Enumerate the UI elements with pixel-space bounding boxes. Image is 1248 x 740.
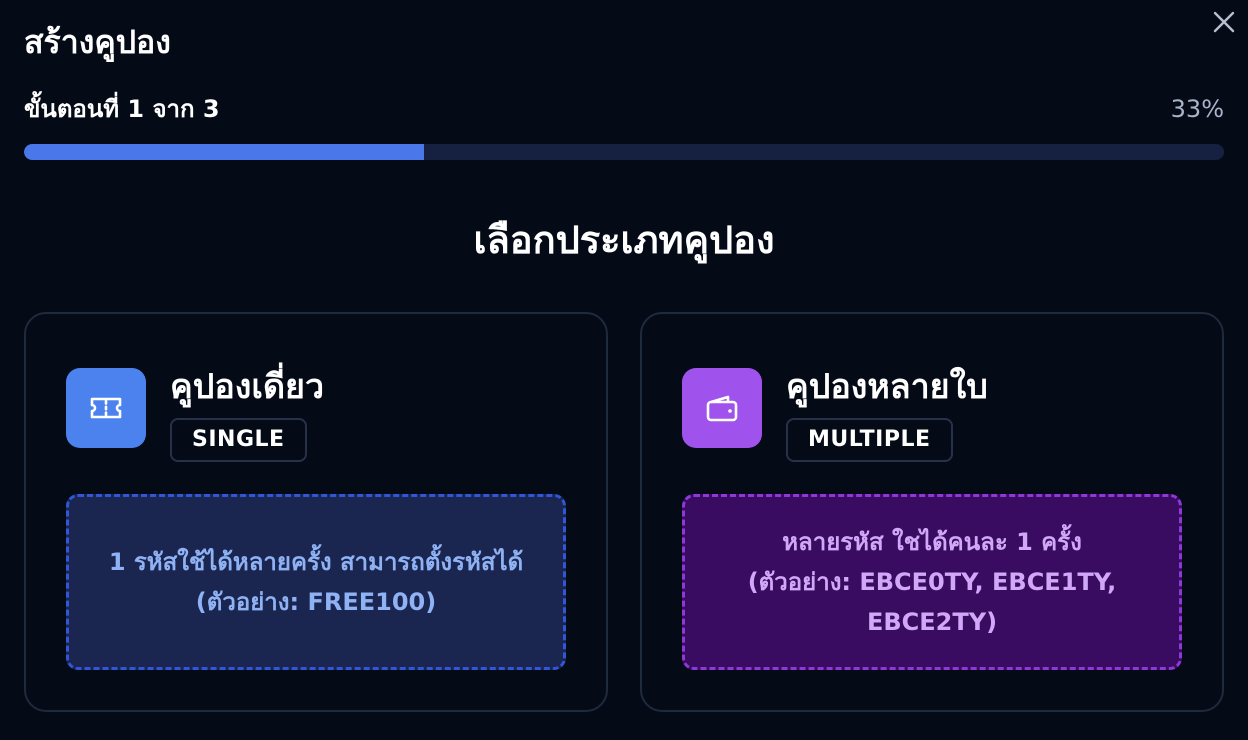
card-title: คูปองหลายใบ <box>786 367 988 407</box>
card-description: 1 รหัสใช้ได้หลายครั้ง สามารถตั้งรหัสได้ … <box>66 494 566 670</box>
description-example: (ตัวอย่าง: EBCE0TY, EBCE1TY, EBCE2TY) <box>747 568 1117 636</box>
progress-bar-fill <box>24 144 424 160</box>
create-coupon-dialog: สร้างคูปอง ขั้นตอนที่ 1 จาก 3 33% เลือกป… <box>0 0 1248 740</box>
coupon-type-single-card[interactable]: คูปองเดี่ยว SINGLE 1 รหัสใช้ได้หลายครั้ง… <box>24 312 608 712</box>
section-heading: เลือกประเภทคูปอง <box>473 218 775 262</box>
type-badge: SINGLE <box>170 418 307 462</box>
type-badge: MULTIPLE <box>786 418 953 462</box>
ticket-icon <box>66 368 146 448</box>
wallet-icon <box>682 368 762 448</box>
coupon-type-multiple-card[interactable]: คูปองหลายใบ MULTIPLE หลายรหัส ใชได้คนละ … <box>640 312 1224 712</box>
card-title: คูปองเดี่ยว <box>170 367 325 407</box>
description-text: หลายรหัส ใชได้คนละ 1 ครั้ง <box>782 528 1082 556</box>
close-button[interactable] <box>1210 8 1238 36</box>
progress-bar <box>24 144 1224 160</box>
close-icon <box>1213 11 1235 33</box>
card-description: หลายรหัส ใชได้คนละ 1 ครั้ง (ตัวอย่าง: EB… <box>682 494 1182 670</box>
description-text: 1 รหัสใช้ได้หลายครั้ง สามารถตั้งรหัสได้ <box>108 548 524 576</box>
step-indicator: ขั้นตอนที่ 1 จาก 3 <box>24 95 220 123</box>
description-example: (ตัวอย่าง: FREE100) <box>195 588 437 616</box>
dialog-title: สร้างคูปอง <box>24 23 171 61</box>
progress-percent: 33% <box>1170 95 1224 123</box>
